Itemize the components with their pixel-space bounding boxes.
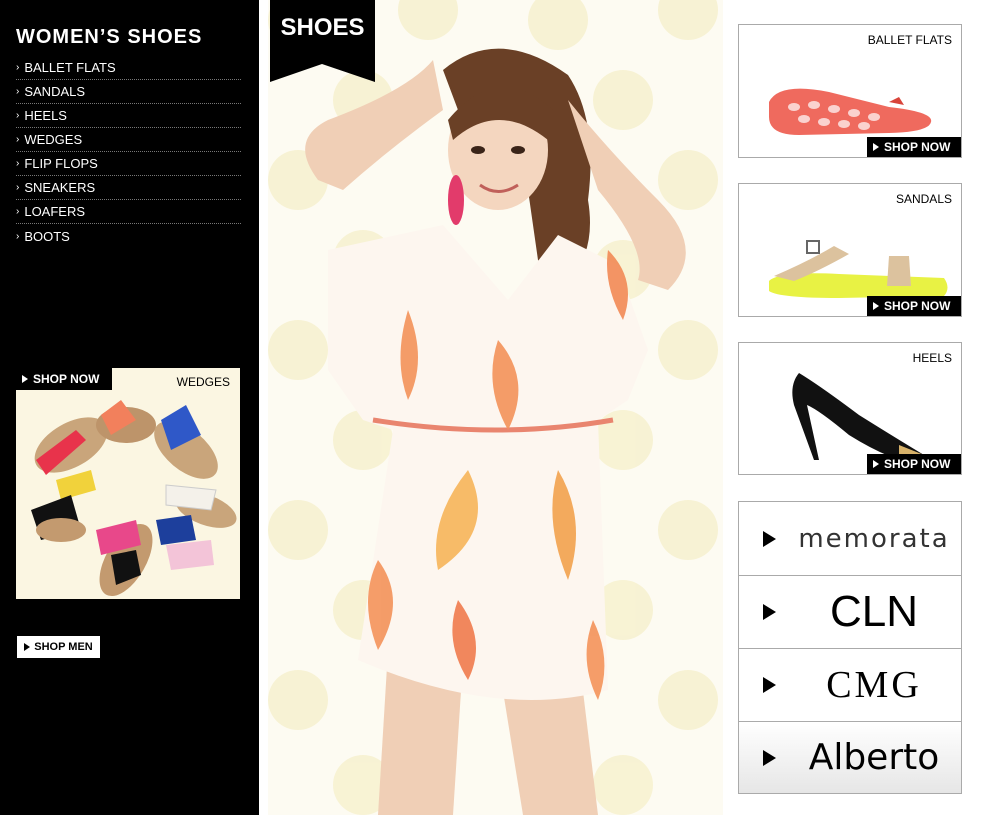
wedges-shoes-image — [31, 400, 237, 597]
shop-now-label: SHOP NOW — [884, 457, 951, 471]
nav-item-label: SANDALS — [24, 84, 86, 99]
sidebar-title: WOMEN’S SHOES — [16, 26, 203, 48]
play-icon — [763, 604, 776, 620]
category-nav: › BALLET FLATS › SANDALS › HEELS › WEDGES › F… — [16, 56, 241, 248]
brand-name: CMG — [826, 664, 922, 706]
promo-category-label: WEDGES — [176, 375, 230, 389]
nav-item-flip-flops[interactable]: › FLIP FLOPS — [16, 152, 241, 176]
shop-now-button[interactable]: SHOP NOW — [867, 137, 961, 157]
chevron-right-icon: › — [16, 110, 20, 121]
play-icon — [873, 143, 879, 151]
brand-name: Alberto — [808, 737, 940, 778]
play-icon — [763, 749, 776, 766]
brand-name: memorata — [798, 523, 950, 554]
shop-now-button[interactable]: SHOP NOW — [867, 454, 961, 474]
product-card-ballet-flats[interactable]: BALLET FLATS SHOP NOW — [738, 24, 962, 158]
nav-item-label: FLIP FLOPS — [24, 156, 98, 171]
nav-item-label: HEELS — [24, 108, 67, 123]
wedges-promo-banner[interactable]: SHOP NOW WEDGES — [16, 368, 240, 599]
play-icon — [763, 677, 776, 693]
shop-now-button[interactable]: SHOP NOW — [867, 296, 961, 316]
chevron-right-icon: › — [16, 134, 20, 145]
chevron-right-icon: › — [16, 230, 20, 242]
nav-item-loafers[interactable]: › LOAFERS — [16, 200, 241, 224]
nav-item-boots[interactable]: › BOOTS — [16, 224, 241, 248]
brand-item-cln[interactable]: CLN — [739, 576, 961, 649]
product-category-label: BALLET FLATS — [867, 33, 952, 47]
chevron-right-icon: › — [16, 86, 20, 97]
nav-item-label: LOAFERS — [24, 204, 86, 219]
nav-item-sneakers[interactable]: › SNEAKERS — [16, 176, 241, 200]
brand-item-cmg[interactable]: CMG — [739, 649, 961, 722]
nav-item-sandals[interactable]: › SANDALS — [16, 80, 241, 104]
chevron-right-icon: › — [16, 206, 20, 217]
brand-name: CLN — [829, 587, 919, 636]
nav-item-ballet-flats[interactable]: › BALLET FLATS — [16, 56, 241, 80]
play-icon — [22, 375, 28, 383]
shop-men-label: SHOP MEN — [34, 641, 93, 653]
nav-item-label: WEDGES — [24, 132, 83, 147]
chevron-right-icon: › — [16, 62, 20, 73]
product-category-label: SANDALS — [895, 192, 952, 206]
nav-item-heels[interactable]: › HEELS — [16, 104, 241, 128]
play-icon — [873, 302, 879, 310]
section-tag-label: SHOES — [280, 14, 365, 41]
shop-now-label: SHOP NOW — [884, 299, 951, 313]
chevron-right-icon: › — [16, 182, 20, 193]
product-card-sandals[interactable]: SANDALS SHOP NOW — [738, 183, 962, 317]
nav-item-wedges[interactable]: › WEDGES — [16, 128, 241, 152]
chevron-right-icon: › — [16, 158, 20, 169]
category-sidebar: WOMEN’S SHOES › BALLET FLATS › SANDALS › HE… — [0, 0, 259, 815]
nav-item-label: BALLET FLATS — [24, 60, 116, 75]
product-category-label: HEELS — [912, 351, 952, 365]
shop-now-button[interactable]: SHOP NOW — [16, 368, 112, 390]
play-icon — [24, 643, 31, 651]
product-card-heels[interactable]: HEELS SHOP NOW — [738, 342, 962, 475]
brand-item-memorata[interactable]: memorata — [739, 502, 961, 576]
brand-item-alberto[interactable]: Alberto — [739, 722, 961, 793]
shop-now-label: SHOP NOW — [884, 140, 951, 154]
play-icon — [763, 530, 776, 547]
shop-now-label: SHOP NOW — [33, 372, 100, 386]
hero-model-image — [268, 0, 723, 815]
nav-item-label: SNEAKERS — [24, 180, 96, 195]
shop-men-button[interactable]: SHOP MEN — [17, 636, 100, 658]
play-icon — [873, 460, 879, 468]
brand-list: memorata CLN CMG Alberto — [738, 501, 962, 794]
nav-item-label: BOOTS — [24, 228, 70, 244]
